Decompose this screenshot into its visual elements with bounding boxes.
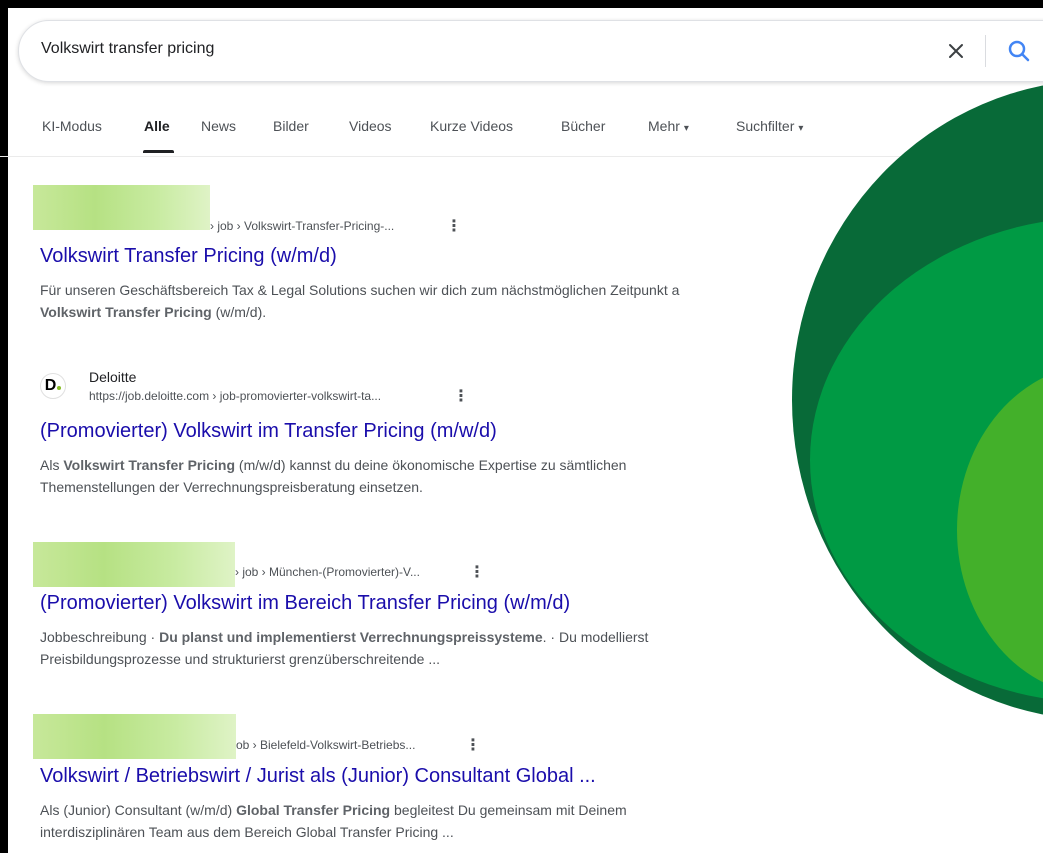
- green-arc-overlay: [792, 85, 1043, 715]
